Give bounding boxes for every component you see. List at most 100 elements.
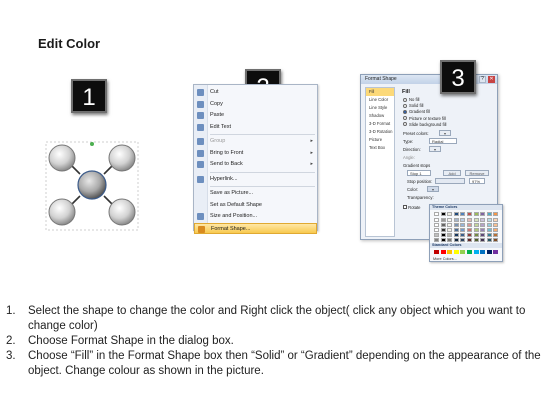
shape-circle-bottom-left[interactable] [48, 198, 76, 226]
theme-color-swatch[interactable] [460, 238, 466, 242]
theme-color-swatch[interactable] [467, 212, 472, 216]
theme-color-swatch[interactable] [440, 223, 446, 227]
theme-color-swatch[interactable] [453, 212, 459, 216]
theme-color-swatch[interactable] [467, 233, 472, 237]
theme-color-swatch[interactable] [486, 223, 492, 227]
theme-color-swatch[interactable] [467, 223, 472, 227]
menu-item-size-and-position[interactable]: Size and Position... [194, 211, 317, 222]
standard-color-swatch[interactable] [480, 250, 486, 254]
theme-color-swatch[interactable] [460, 223, 466, 227]
type-select[interactable]: Radial [429, 138, 457, 144]
standard-color-swatch[interactable] [447, 250, 453, 254]
standard-color-swatch[interactable] [493, 250, 499, 254]
stop-position-slider[interactable] [435, 178, 465, 184]
category-fill[interactable]: Fill [366, 88, 394, 96]
standard-color-swatch[interactable] [440, 250, 446, 254]
theme-color-swatch[interactable] [440, 238, 446, 242]
theme-color-swatch[interactable] [467, 228, 472, 232]
theme-color-swatch[interactable] [460, 228, 466, 232]
theme-color-swatch[interactable] [480, 233, 486, 237]
fill-option-picture-or-texture-fill[interactable]: Picture or texture fill [403, 116, 446, 122]
theme-color-swatch[interactable] [453, 238, 459, 242]
menu-item-hyperlink[interactable]: Hyperlink... [194, 174, 317, 185]
menu-item-group[interactable]: Group ▸ [194, 136, 317, 147]
theme-color-swatch[interactable] [473, 223, 479, 227]
theme-color-swatch[interactable] [493, 218, 499, 222]
theme-color-swatch[interactable] [473, 238, 479, 242]
category-line-style[interactable]: Line Style [366, 104, 394, 112]
category-picture[interactable]: Picture [366, 136, 394, 144]
add-stop-button[interactable]: Add [443, 170, 461, 176]
menu-item-copy[interactable]: Copy [194, 99, 317, 110]
theme-color-swatch[interactable] [447, 238, 453, 242]
theme-color-swatch[interactable] [460, 218, 466, 222]
stop-position-field[interactable]: 97% [469, 178, 485, 184]
standard-color-swatch[interactable] [434, 250, 439, 254]
theme-color-swatch[interactable] [434, 228, 439, 232]
theme-color-swatch[interactable] [440, 218, 446, 222]
theme-color-swatch[interactable] [493, 228, 499, 232]
theme-color-swatch[interactable] [480, 218, 486, 222]
theme-color-swatch[interactable] [447, 223, 453, 227]
color-picker-button[interactable]: ▾ [427, 186, 439, 192]
theme-color-swatch[interactable] [440, 228, 446, 232]
theme-color-swatch[interactable] [480, 228, 486, 232]
menu-item-cut[interactable]: Cut [194, 87, 317, 98]
fill-option-gradient-fill[interactable]: Gradient fill [403, 109, 430, 115]
category-3-d-format[interactable]: 3-D Format [366, 120, 394, 128]
category-3-d-rotation[interactable]: 3-D Rotation [366, 128, 394, 136]
menu-item-edit-text[interactable]: Edit Text [194, 122, 317, 133]
theme-color-swatch[interactable] [486, 212, 492, 216]
remove-stop-button[interactable]: Remove [465, 170, 489, 176]
theme-color-swatch[interactable] [467, 238, 472, 242]
menu-item-send-to-back[interactable]: Send to Back ▸ [194, 159, 317, 170]
shape-circle-top-left[interactable] [48, 144, 76, 172]
theme-color-swatch[interactable] [473, 233, 479, 237]
theme-color-swatch[interactable] [480, 223, 486, 227]
theme-color-swatch[interactable] [453, 218, 459, 222]
close-button[interactable]: ✕ [488, 76, 495, 83]
theme-color-swatch[interactable] [473, 218, 479, 222]
theme-color-swatch[interactable] [453, 233, 459, 237]
theme-color-swatch[interactable] [493, 212, 499, 216]
standard-color-swatch[interactable] [467, 250, 472, 254]
theme-color-swatch[interactable] [447, 233, 453, 237]
more-colors-link[interactable]: More Colors... [433, 257, 457, 261]
standard-color-swatch[interactable] [460, 250, 466, 254]
theme-color-swatch[interactable] [493, 238, 499, 242]
shape-circle-top-right[interactable] [108, 144, 136, 172]
preset-colors-dropdown[interactable]: ▾ [439, 130, 451, 136]
theme-color-swatch[interactable] [434, 223, 439, 227]
theme-color-swatch[interactable] [480, 238, 486, 242]
theme-color-swatch[interactable] [447, 212, 453, 216]
menu-item-paste[interactable]: Paste [194, 110, 317, 121]
theme-color-swatch[interactable] [453, 223, 459, 227]
theme-color-swatch[interactable] [486, 233, 492, 237]
category-shadow[interactable]: Shadow [366, 112, 394, 120]
theme-color-swatch[interactable] [486, 228, 492, 232]
theme-color-swatch[interactable] [473, 212, 479, 216]
rotate-handle[interactable] [90, 142, 94, 146]
theme-color-swatch[interactable] [434, 238, 439, 242]
standard-color-swatch[interactable] [486, 250, 492, 254]
selected-shape-diagram[interactable] [44, 140, 140, 232]
theme-color-swatch[interactable] [447, 228, 453, 232]
category-text-box[interactable]: Text Box [366, 144, 394, 152]
standard-color-swatch[interactable] [473, 250, 479, 254]
category-line-color[interactable]: Line Color [366, 96, 394, 104]
theme-color-swatch[interactable] [493, 223, 499, 227]
shape-circle-center[interactable] [77, 170, 107, 200]
theme-color-swatch[interactable] [486, 238, 492, 242]
rotate-checkbox[interactable]: Rotate [403, 205, 421, 210]
theme-color-swatch[interactable] [453, 228, 459, 232]
theme-color-swatch[interactable] [460, 212, 466, 216]
fill-option-solid-fill[interactable]: Solid fill [403, 103, 423, 109]
theme-color-swatch[interactable] [480, 212, 486, 216]
theme-color-swatch[interactable] [467, 218, 472, 222]
theme-color-swatch[interactable] [460, 233, 466, 237]
theme-color-swatch[interactable] [486, 218, 492, 222]
direction-dropdown[interactable]: ▾ [429, 146, 441, 152]
fill-option-no-fill[interactable]: No fill [403, 97, 419, 103]
help-button[interactable]: ? [479, 76, 486, 83]
fill-option-slide-background-fill[interactable]: Slide background fill [403, 122, 446, 128]
